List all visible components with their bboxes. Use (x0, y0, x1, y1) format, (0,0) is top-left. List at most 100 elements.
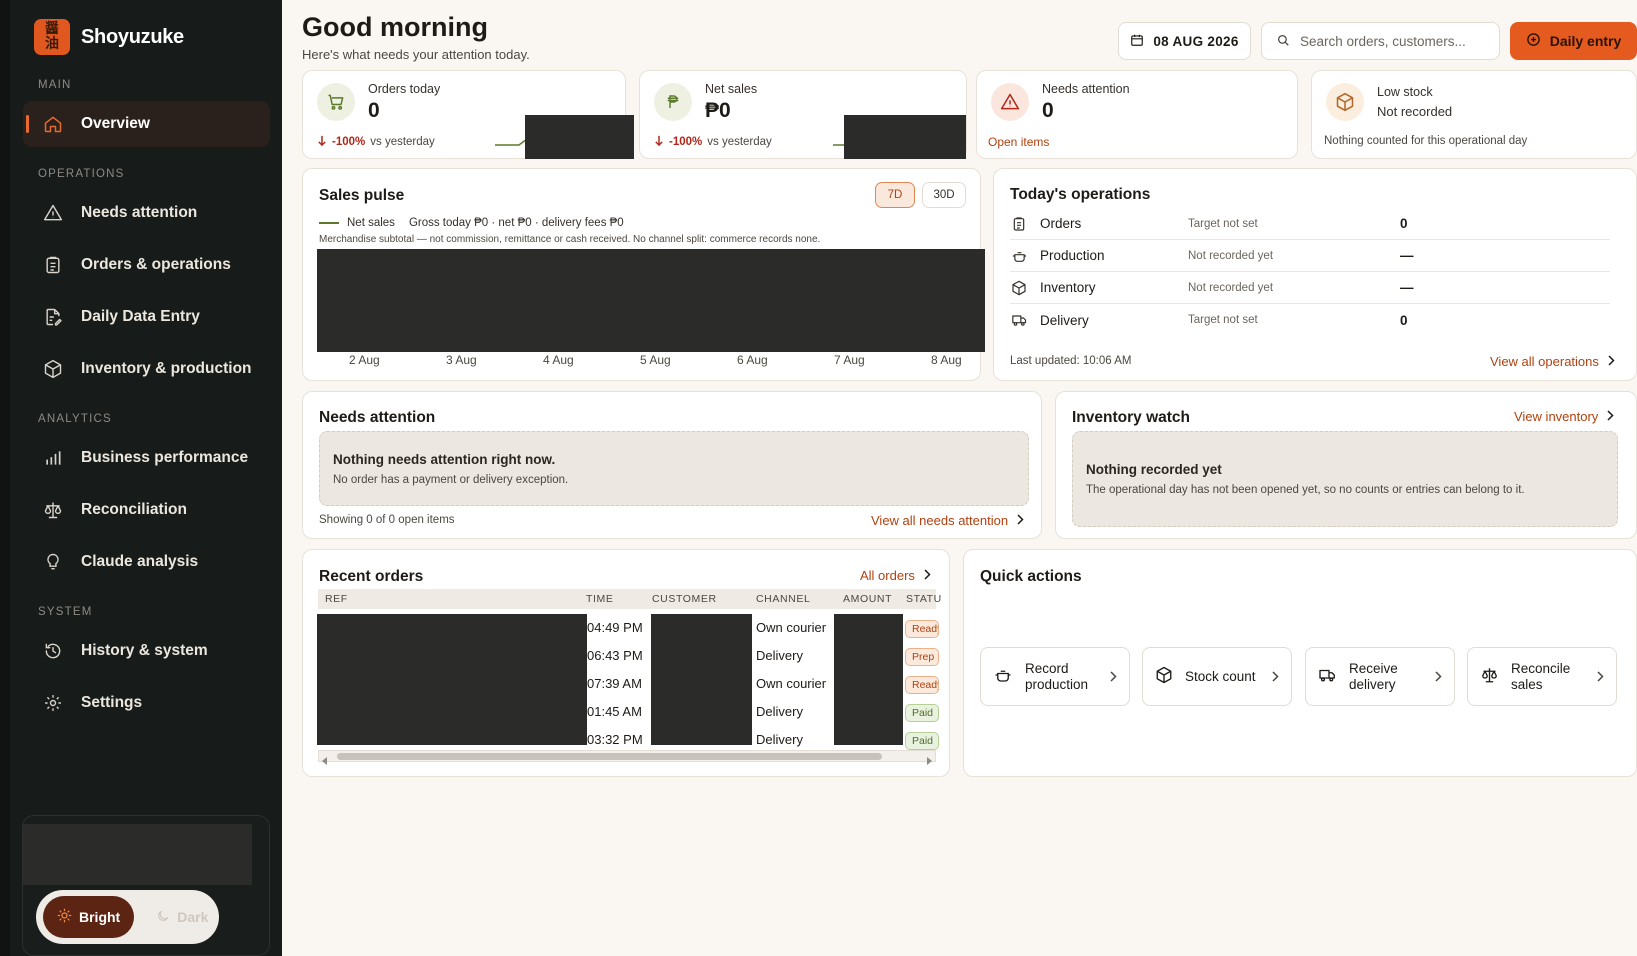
operations-row-status: Not recorded yet (1188, 281, 1274, 294)
page-subtitle: Here's what needs your attention today. (302, 47, 530, 62)
x-tick-label: 6 Aug (737, 353, 768, 367)
status-badge: Prep (905, 648, 939, 666)
empty-state-title: Nothing needs attention right now. (333, 452, 556, 467)
stock-count-button[interactable]: Stock count (1142, 647, 1292, 706)
needs-attention-title: Needs attention (319, 409, 436, 426)
section-label-main: MAIN (38, 79, 72, 91)
theme-dark-button[interactable]: Dark (142, 896, 222, 938)
x-tick-label: 5 Aug (640, 353, 671, 367)
sidebar-item-claude-analysis[interactable]: Claude analysis (23, 539, 270, 585)
sidebar-item-settings[interactable]: Settings (23, 680, 270, 726)
legend-label: Net sales (347, 217, 395, 229)
redacted-amount-column (834, 614, 903, 745)
quick-actions-title: Quick actions (980, 568, 1082, 585)
truck-icon (1010, 311, 1028, 329)
all-orders-link[interactable]: All orders (860, 568, 931, 583)
pot-icon (1010, 247, 1028, 265)
kpi-card-needs-attention[interactable]: Needs attention 0 Open items (976, 70, 1298, 159)
operations-row-delivery[interactable]: Delivery Target not set 0 (1010, 304, 1610, 336)
chart-plot-area (317, 249, 985, 352)
redacted-ref-column (317, 614, 587, 745)
sidebar-item-needs-attention[interactable]: Needs attention (23, 190, 270, 236)
sidebar: 醤 油 Shoyuzuke MAIN Overview OPERATIONS N… (0, 0, 282, 956)
recent-orders-card: Recent orders All orders REF TIME CUSTOM… (302, 549, 950, 777)
order-channel: Own courier (756, 620, 827, 635)
scrollbar-thumb[interactable] (337, 753, 882, 760)
column-header-status[interactable]: STATU (906, 593, 942, 605)
operations-row-status: Not recorded yet (1188, 249, 1274, 262)
pot-icon (993, 666, 1013, 687)
chevron-right-icon (1110, 670, 1117, 685)
empty-state-message: The operational day has not been opened … (1086, 484, 1525, 496)
receive-delivery-button[interactable]: Receive delivery (1305, 647, 1455, 706)
view-all-operations-link[interactable]: View all operations (1490, 354, 1615, 369)
kpi-label: Low stock (1377, 85, 1433, 99)
kpi-card-orders[interactable]: Orders today 0 -100% vs yesterday (302, 70, 634, 159)
column-header-customer[interactable]: CUSTOMER (652, 593, 717, 605)
search-input[interactable] (1300, 33, 1490, 49)
range-30d-button[interactable]: 30D (922, 182, 966, 208)
theme-bright-button[interactable]: Bright (43, 896, 135, 938)
sidebar-item-label: Business performance (81, 449, 249, 466)
brand-logo: 醤 油 (34, 19, 70, 55)
column-header-ref[interactable]: REF (325, 593, 348, 605)
box-icon (43, 359, 63, 379)
operations-row-name: Delivery (1040, 312, 1089, 328)
kpi-delta: -100% vs yesterday (317, 135, 435, 149)
reconcile-sales-button[interactable]: Reconcile sales (1467, 647, 1617, 706)
sidebar-item-label: Claude analysis (81, 553, 199, 570)
horizontal-scrollbar[interactable] (318, 750, 936, 765)
order-time: 07:39 AM (587, 676, 642, 691)
operations-updated: Last updated: 10:06 AM (1010, 355, 1132, 367)
sales-summary: Gross today ₱0 · net ₱0 · delivery fees … (408, 217, 624, 229)
warning-icon (991, 83, 1029, 121)
sidebar-item-inventory-production[interactable]: Inventory & production (23, 346, 270, 392)
lightbulb-icon (43, 552, 63, 572)
quick-actions-card: Quick actions Record production Stock co… (963, 549, 1637, 777)
record-production-button[interactable]: Record production (980, 647, 1130, 706)
section-label-system: SYSTEM (38, 606, 93, 618)
scroll-right-icon[interactable] (926, 753, 932, 768)
operations-row-orders[interactable]: Orders Target not set 0 (1010, 208, 1610, 240)
daily-entry-button[interactable]: Daily entry (1510, 22, 1637, 60)
column-header-time[interactable]: TIME (586, 593, 613, 605)
theme-bright-label: Bright (79, 909, 121, 925)
range-7d-button[interactable]: 7D (875, 182, 915, 208)
column-header-channel[interactable]: CHANNEL (756, 593, 810, 605)
chevron-right-icon (1607, 409, 1614, 424)
order-time: 03:32 PM (587, 732, 643, 747)
inventory-watch-card: Inventory watch View inventory Nothing r… (1055, 391, 1637, 539)
open-items-link[interactable]: Open items (988, 135, 1049, 149)
sales-pulse-card: Sales pulse 7D 30D Net sales Gross today… (302, 168, 985, 381)
kpi-label: Needs attention (1042, 82, 1130, 96)
column-header-amount[interactable]: AMOUNT (843, 593, 892, 605)
view-inventory-link[interactable]: View inventory (1514, 409, 1614, 424)
view-all-needs-attention-link[interactable]: View all needs attention (871, 513, 1024, 528)
order-channel: Own courier (756, 676, 827, 691)
date-picker-button[interactable]: 08 AUG 2026 (1118, 22, 1251, 60)
operations-row-inventory[interactable]: Inventory Not recorded yet — (1010, 272, 1610, 304)
search-box (1261, 22, 1500, 60)
brand[interactable]: 醤 油 Shoyuzuke (34, 19, 184, 55)
chevron-right-icon (1597, 670, 1604, 685)
theme-toggle: Bright Dark (36, 890, 219, 944)
operations-row-value: 0 (1400, 312, 1408, 328)
scroll-left-icon[interactable] (322, 753, 328, 768)
sidebar-item-orders-operations[interactable]: Orders & operations (23, 242, 270, 288)
kpi-card-low-stock[interactable]: Low stock Not recorded Nothing counted f… (1311, 70, 1637, 159)
sidebar-item-daily-data-entry[interactable]: Daily Data Entry (23, 294, 270, 340)
daily-entry-label: Daily entry (1549, 33, 1622, 49)
sidebar-item-overview[interactable]: Overview (23, 101, 270, 147)
sidebar-item-history-system[interactable]: History & system (23, 628, 270, 674)
kpi-card-net-sales[interactable]: Net sales ₱0 -100% vs yesterday (639, 70, 967, 159)
sidebar-item-reconciliation[interactable]: Reconciliation (23, 487, 270, 533)
operations-row-name: Inventory (1040, 280, 1096, 295)
redacted-block (23, 824, 252, 885)
brand-logo-bottom: 油 (45, 36, 59, 52)
sidebar-item-business-performance[interactable]: Business performance (23, 435, 270, 481)
operations-row-production[interactable]: Production Not recorded yet — (1010, 240, 1610, 272)
box-icon (1155, 666, 1173, 687)
clipboard-icon (43, 255, 63, 275)
kpi-delta-value: -100% (669, 136, 703, 148)
kpi-value: 0 (368, 99, 380, 122)
